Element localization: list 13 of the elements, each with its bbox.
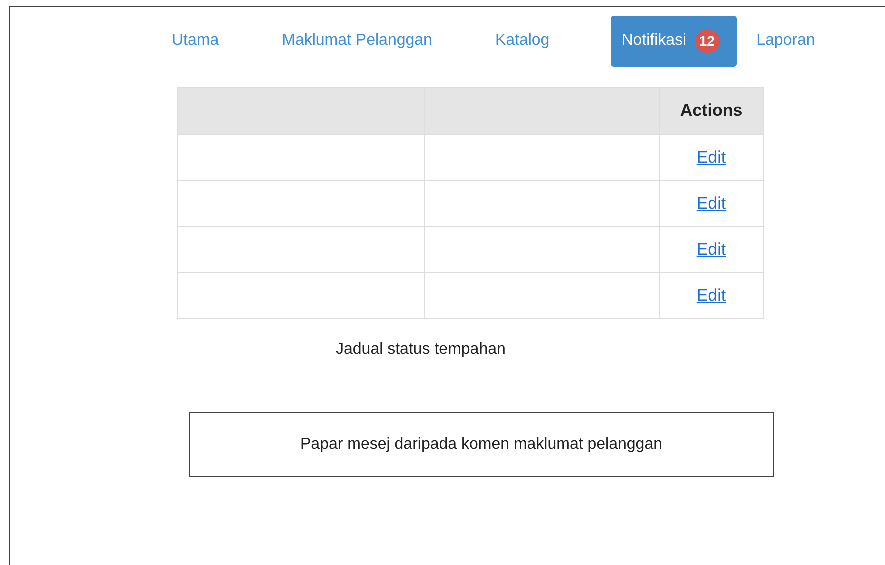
message-text: Papar mesej daripada komen maklumat pelanggan <box>300 436 662 454</box>
nav-tab[interactable]: Laporan <box>756 16 816 66</box>
edit-link[interactable]: Edit <box>696 194 726 212</box>
edit-link[interactable]: Edit <box>696 286 726 304</box>
nav-tab[interactable]: Utama <box>172 16 220 66</box>
notification-badge: 12 <box>694 30 720 52</box>
edit-link[interactable]: Edit <box>696 148 726 166</box>
nav-tab[interactable]: Notifikasi 12 <box>610 16 737 66</box>
nav-tab[interactable]: Katalog <box>495 16 550 66</box>
edit-link[interactable]: Edit <box>696 240 726 258</box>
nav-tab[interactable]: Maklumat Pelanggan <box>282 16 432 66</box>
table-caption: Jadual status tempahan <box>336 341 507 359</box>
column-header: Actions <box>660 88 764 134</box>
